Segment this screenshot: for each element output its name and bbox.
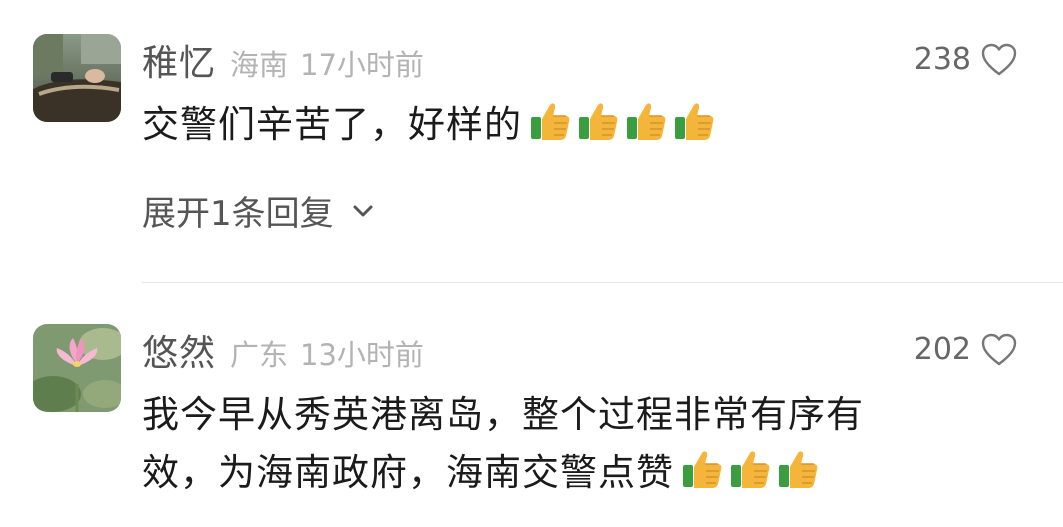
comment-text: 我今早从秀英港离岛，整个过程非常有序有 — [142, 384, 864, 438]
comment-divider — [142, 282, 1063, 283]
comment-text-line: 效，为海南政府，海南交警点赞 — [142, 451, 674, 494]
comment-text-line: 我今早从秀英港离岛，整个过程非常有序有 — [142, 393, 864, 436]
heart-icon[interactable] — [981, 43, 1017, 77]
expand-replies-label: 展开1条回复 — [142, 194, 334, 234]
comment-list: 稚忆 海南 17小时前 238 交警们辛苦了，好样的 展开1条回复 悠然 广东 … — [0, 0, 1063, 527]
like-button[interactable]: 202 — [914, 332, 1017, 367]
thumbs-up-emoji-icon — [683, 451, 722, 488]
thumbs-up-emoji-icon — [675, 103, 714, 140]
timestamp: 13小时前 — [300, 338, 424, 372]
comment-text: 交警们辛苦了，好样的 — [142, 94, 720, 148]
avatar[interactable] — [33, 34, 121, 122]
thumbs-up-emoji-icon — [627, 103, 666, 140]
comment-meta: 悠然 广东 13小时前 — [142, 324, 424, 376]
chevron-down-icon — [353, 205, 373, 216]
emoji-group — [528, 99, 720, 143]
comment-text: 效，为海南政府，海南交警点赞 — [142, 442, 824, 496]
thumbs-up-emoji-icon — [779, 451, 818, 488]
thumbs-up-emoji-icon — [531, 103, 570, 140]
heart-icon[interactable] — [981, 333, 1017, 367]
thumbs-up-emoji-icon — [731, 451, 770, 488]
comment-meta: 稚忆 海南 17小时前 — [142, 34, 424, 86]
emoji-group — [680, 447, 824, 491]
avatar[interactable] — [33, 324, 121, 412]
location-label: 海南 — [230, 48, 289, 82]
expand-replies-button[interactable]: 展开1条回复 — [142, 186, 376, 235]
thumbs-up-emoji-icon — [579, 103, 618, 140]
timestamp: 17小时前 — [300, 48, 424, 82]
like-button[interactable]: 238 — [914, 42, 1017, 77]
like-count: 238 — [913, 42, 971, 77]
location-label: 广东 — [230, 338, 289, 372]
comment-text-line: 交警们辛苦了，好样的 — [142, 103, 522, 146]
username[interactable]: 稚忆 — [142, 34, 216, 86]
username[interactable]: 悠然 — [142, 324, 216, 376]
like-count: 202 — [913, 332, 971, 367]
